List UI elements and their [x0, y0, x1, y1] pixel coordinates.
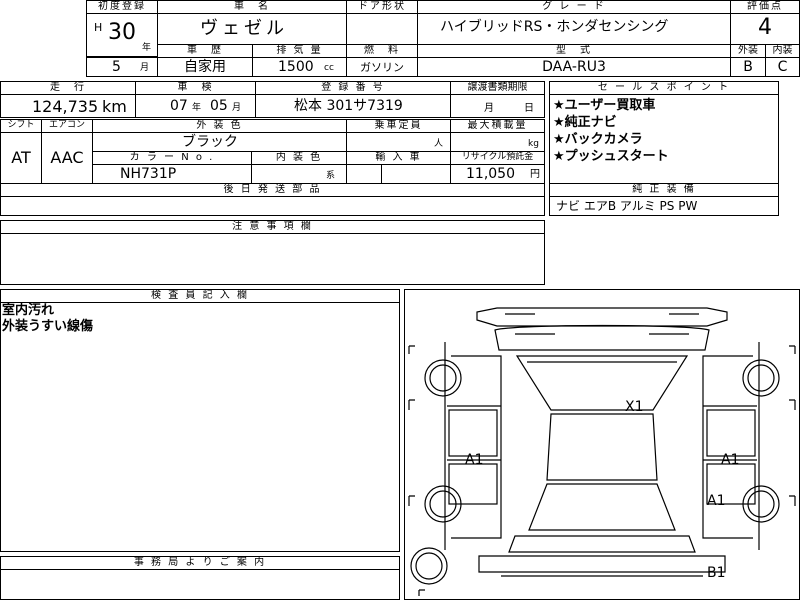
door-label: ドア形状: [358, 1, 406, 12]
import-cell-a: [346, 164, 382, 184]
first-reg-label: 初度登録: [98, 1, 146, 12]
recycle-unit: 円: [530, 169, 540, 180]
fuel-value: ガソリン: [360, 61, 404, 74]
inspector-note-1: 室内汚れ: [2, 303, 55, 318]
import-label: 輸 入 車: [375, 152, 422, 163]
car-name-label: 車 名: [234, 1, 270, 12]
shift-label: シフト: [7, 120, 35, 130]
history-label: 車 歴: [187, 45, 223, 56]
int-color-unit: 系: [326, 171, 336, 181]
max-load-label: 最大積載量: [467, 120, 528, 131]
capacity-label: 乗車定員: [374, 120, 423, 131]
damage-hood: X1: [625, 399, 644, 415]
color-no-label: カ ラ ー N o .: [129, 152, 215, 163]
exterior-grade: B: [743, 59, 753, 75]
notes-cell: [0, 233, 545, 285]
score-value: 4: [758, 15, 772, 40]
deadline-month: 月: [484, 103, 494, 114]
damage-diagram: X1 A1 A1 A1 B1: [404, 289, 800, 600]
plate-value: 松本 301サ7319: [294, 98, 403, 114]
sales-point-2: ★純正ナビ: [553, 115, 617, 130]
model-label: 型 式: [556, 45, 592, 56]
shift-value: AT: [11, 148, 31, 167]
equipment-label: 純 正 装 備: [632, 184, 696, 195]
grade-label: グ レ ー ド: [542, 1, 606, 12]
aircon-value: AAC: [50, 148, 84, 167]
ext-color-value: ブラック: [182, 134, 238, 150]
office-label: 事 務 局 よ り ご 案 内: [133, 557, 267, 568]
sales-point-label: セ ー ル ス ポ イ ン ト: [597, 82, 731, 93]
sales-point-4: ★プッシュスタート: [553, 149, 669, 164]
displacement-value: 1500: [278, 59, 314, 75]
insp-month: 05: [210, 98, 228, 114]
interior-label: 内装: [772, 45, 793, 56]
ext-color-label: 外 装 色: [196, 120, 243, 131]
grade-value: ハイブリッドRS・ホンダセンシング: [440, 19, 669, 35]
damage-right-rear-door: A1: [707, 493, 726, 509]
inspector-cell: [0, 302, 400, 552]
history-value: 自家用: [184, 59, 226, 75]
recycle-label: リサイクル預託金: [461, 152, 534, 162]
damage-left-front-door: A1: [465, 452, 484, 468]
color-no-value: NH731P: [120, 166, 177, 182]
int-color-label: 内 装 色: [275, 152, 323, 163]
reg-month: 5: [112, 59, 121, 75]
office-cell: [0, 569, 400, 600]
door-cell: [346, 13, 418, 45]
later-docs-label: 後 日 発 送 部 品: [223, 184, 322, 195]
capacity-unit: 人: [434, 139, 444, 149]
interior-grade: C: [777, 59, 788, 75]
deadline-day: 日: [524, 103, 534, 114]
exterior-label: 外装: [738, 45, 758, 56]
deadline-label: 譲渡書類期限: [467, 82, 528, 93]
insp-year: 07: [170, 98, 188, 114]
car-name: ヴェゼル: [200, 18, 288, 39]
equipment-value: ナビ エアB アルミ PS PW: [556, 199, 698, 213]
reg-year: 30: [108, 20, 136, 45]
damage-rear: B1: [707, 565, 726, 581]
sales-point-1: ★ユーザー買取車: [553, 98, 656, 113]
model-value: DAA-RU3: [542, 59, 606, 75]
mileage-value: 124,735: [32, 97, 99, 116]
sales-point-3: ★バックカメラ: [553, 132, 643, 147]
era: H: [94, 21, 103, 34]
recycle-value: 11,050: [466, 166, 515, 182]
inspector-label: 検 査 員 記 入 欄: [151, 290, 249, 301]
later-docs-cell: [0, 196, 545, 216]
import-cell-b: [381, 164, 451, 184]
load-unit: kg: [528, 139, 539, 149]
score-label: 評価点: [747, 1, 783, 12]
inspection-label: 車 検: [177, 82, 214, 93]
fuel-label: 燃 料: [364, 45, 400, 56]
damage-right-front-door: A1: [721, 452, 740, 468]
insp-year-unit: 年: [192, 103, 202, 113]
displacement-label: 排 気 量: [276, 45, 323, 56]
car-outline-diagram: [408, 307, 796, 596]
inspector-note-2: 外装うすい線傷: [2, 319, 94, 334]
mileage-unit: km: [102, 97, 127, 116]
notes-label: 注 意 事 項 欄: [232, 221, 313, 232]
mileage-label: 走 行: [50, 82, 86, 93]
reg-month-unit: 月: [140, 63, 150, 73]
displacement-unit: cc: [324, 63, 334, 73]
plate-label: 登 録 番 号: [321, 82, 385, 93]
insp-month-unit: 月: [232, 103, 242, 113]
reg-year-unit: 年: [142, 43, 152, 53]
aircon-label: エアコン: [48, 120, 85, 130]
